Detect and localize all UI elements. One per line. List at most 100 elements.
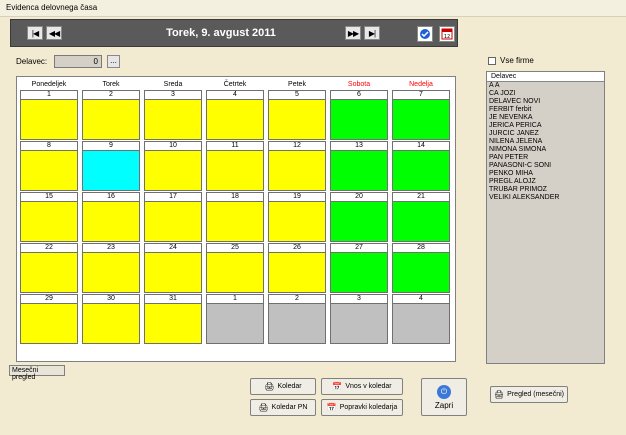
- calendar-day-cell[interactable]: 7: [390, 90, 452, 140]
- day-status: [206, 99, 264, 140]
- day-status: [206, 252, 264, 293]
- calendar-day-cell[interactable]: 20: [328, 192, 390, 242]
- delavec-browse-button[interactable]: ...: [107, 55, 120, 68]
- employee-list[interactable]: Delavec A A CA JOZI DELAVEC NOVI FERBIT fer…: [486, 71, 605, 364]
- calendar-day-cell[interactable]: 1: [18, 90, 80, 140]
- tab-mesecni-pregled[interactable]: Mesečni pregled: [9, 365, 65, 381]
- calendar-day-cell[interactable]: 1: [204, 294, 266, 344]
- day-number: 23: [82, 243, 140, 252]
- day-status: [206, 303, 264, 344]
- calendar-day-cell[interactable]: 17: [142, 192, 204, 242]
- delavec-input[interactable]: 0: [54, 55, 102, 68]
- day-number: 13: [330, 141, 388, 150]
- popravki-koledarja-button[interactable]: 📅 Popravki koledarja: [321, 399, 403, 416]
- employee-list-item[interactable]: A A: [487, 82, 604, 90]
- day-status: [268, 303, 326, 344]
- calendar-day-cell[interactable]: 12: [266, 141, 328, 191]
- day-header: Četrtek: [223, 81, 247, 88]
- calendar-day-cell[interactable]: 13: [328, 141, 390, 191]
- day-number: 25: [206, 243, 264, 252]
- day-status: [206, 150, 264, 191]
- calendar-day-cell[interactable]: 4: [204, 90, 266, 140]
- calendar-day-cell[interactable]: 25: [204, 243, 266, 293]
- day-header: Petek: [288, 81, 306, 88]
- first-button[interactable]: |◀: [27, 26, 43, 40]
- day-number: 18: [206, 192, 264, 201]
- day-number: 21: [392, 192, 450, 201]
- calendar-day-cell[interactable]: 27: [328, 243, 390, 293]
- calendar-day-cell[interactable]: 3: [328, 294, 390, 344]
- calendar-day-cell[interactable]: 15: [18, 192, 80, 242]
- calendar-12-icon[interactable]: 12: [439, 26, 455, 42]
- calendar-edit-icon: 📅: [326, 403, 337, 412]
- zapri-button[interactable]: ⏻ Zapri: [421, 378, 467, 416]
- employee-list-item[interactable]: PAN PETER: [487, 154, 604, 162]
- vse-firme-label: Vse firme: [500, 56, 534, 65]
- employee-list-item[interactable]: JERICA PERICA: [487, 122, 604, 130]
- calendar-day-cell[interactable]: 29: [18, 294, 80, 344]
- day-number: 29: [20, 294, 78, 303]
- calendar-day-cell[interactable]: 2: [80, 90, 142, 140]
- day-number: 1: [20, 90, 78, 99]
- calendar-day-cell[interactable]: 30: [80, 294, 142, 344]
- day-status: [82, 201, 140, 242]
- calendar-day-cell[interactable]: 19: [266, 192, 328, 242]
- calendar-day-cell[interactable]: 5: [266, 90, 328, 140]
- next-button[interactable]: ▶▶: [345, 26, 361, 40]
- day-status: [268, 201, 326, 242]
- calendar-day-cell[interactable]: 4: [390, 294, 452, 344]
- calendar-day-cell[interactable]: 28: [390, 243, 452, 293]
- last-button[interactable]: ▶|: [364, 26, 380, 40]
- vse-firme-checkbox[interactable]: [488, 57, 496, 65]
- calendar-day-cell[interactable]: 14: [390, 141, 452, 191]
- calendar-day-cell[interactable]: 11: [204, 141, 266, 191]
- calendar-day-cell[interactable]: 26: [266, 243, 328, 293]
- calendar-day-cell[interactable]: 3: [142, 90, 204, 140]
- day-status: [268, 252, 326, 293]
- day-status: [206, 201, 264, 242]
- printer-icon: 🖨: [264, 382, 275, 391]
- employee-list-item[interactable]: NILENA JELENA: [487, 138, 604, 146]
- day-status: [330, 150, 388, 191]
- calendar-day-cell[interactable]: 24: [142, 243, 204, 293]
- koledar-pn-button[interactable]: 🖨 Koledar PN: [250, 399, 316, 416]
- check-circle-icon[interactable]: [417, 26, 433, 42]
- calendar-day-cell[interactable]: 2: [266, 294, 328, 344]
- employee-list-item[interactable]: JE NEVENKA: [487, 114, 604, 122]
- day-header: Sreda: [163, 81, 183, 88]
- previous-button[interactable]: ◀◀: [46, 26, 62, 40]
- day-number: 6: [330, 90, 388, 99]
- employee-list-item[interactable]: TRUBAR PRIMOZ: [487, 186, 604, 194]
- day-number: 26: [268, 243, 326, 252]
- pregled-mesecni-button[interactable]: 🖨 Pregled (mesečni): [490, 386, 568, 403]
- day-number: 9: [82, 141, 140, 150]
- calendar-day-cell[interactable]: 22: [18, 243, 80, 293]
- employee-list-item[interactable]: PENKO MIHA: [487, 170, 604, 178]
- employee-list-item[interactable]: PANASONI-C SONI: [487, 162, 604, 170]
- calendar-day-cell[interactable]: 31: [142, 294, 204, 344]
- calendar-day-cell[interactable]: 21: [390, 192, 452, 242]
- employee-list-item[interactable]: NIMONA SIMONA: [487, 146, 604, 154]
- calendar-day-cell[interactable]: 6: [328, 90, 390, 140]
- day-status: [392, 201, 450, 242]
- koledar-button[interactable]: 🖨 Koledar: [250, 378, 316, 395]
- employee-list-header[interactable]: Delavec: [487, 72, 604, 82]
- day-status: [330, 201, 388, 242]
- day-status: [20, 99, 78, 140]
- calendar-day-cell[interactable]: 9: [80, 141, 142, 191]
- calendar-day-cell[interactable]: 8: [18, 141, 80, 191]
- employee-list-item[interactable]: FERBIT ferbit: [487, 106, 604, 114]
- day-number: 12: [268, 141, 326, 150]
- delavec-label: Delavec:: [16, 57, 48, 66]
- employee-list-item[interactable]: DELAVEC NOVI: [487, 98, 604, 106]
- vnos-v-koledar-button[interactable]: 📅 Vnos v koledar: [321, 378, 403, 395]
- employee-list-item[interactable]: CA JOZI: [487, 90, 604, 98]
- calendar-day-cell[interactable]: 23: [80, 243, 142, 293]
- day-status: [144, 303, 202, 344]
- calendar-day-cell[interactable]: 16: [80, 192, 142, 242]
- calendar-day-cell[interactable]: 18: [204, 192, 266, 242]
- calendar-day-cell[interactable]: 10: [142, 141, 204, 191]
- employee-list-item[interactable]: PREGL ALOJZ: [487, 178, 604, 186]
- employee-list-item[interactable]: VELIKI ALEKSANDER: [487, 194, 604, 202]
- employee-list-item[interactable]: JURCIC JANEZ: [487, 130, 604, 138]
